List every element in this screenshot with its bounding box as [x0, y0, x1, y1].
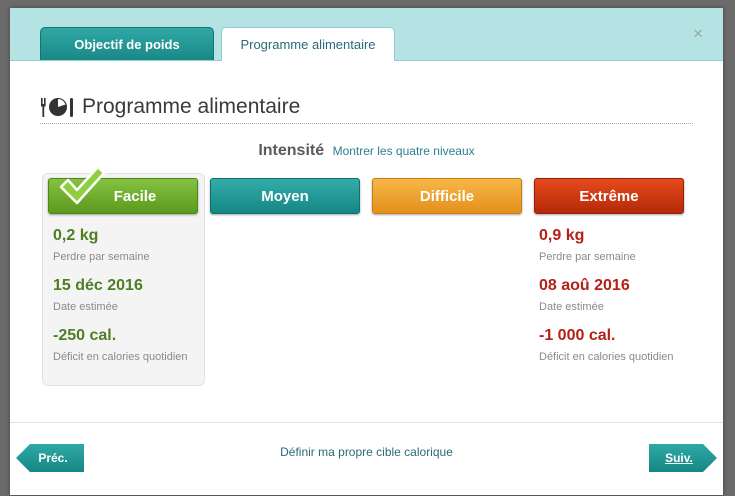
page-title: Programme alimentaire [82, 94, 301, 118]
extreme-loss-label: Perdre par semaine [539, 251, 636, 263]
extreme-stats: 0,9 kg Perdre par semaine 08 aoû 2016 Da… [539, 226, 689, 364]
checkmark-icon [59, 165, 106, 205]
easy-date-value: 15 déc 2016 [53, 277, 143, 294]
level-medium-label: Moyen [261, 187, 309, 205]
tab-bar: Objectif de poids Programme alimentaire … [10, 8, 723, 61]
level-hard-button[interactable]: Difficile [372, 178, 522, 214]
easy-deficit-value: -250 cal. [53, 327, 117, 344]
show-levels-link[interactable]: Montrer les quatre niveaux [333, 144, 475, 158]
extreme-loss-value: 0,9 kg [539, 227, 585, 244]
footer-divider [10, 422, 723, 423]
easy-loss-value: 0,2 kg [53, 227, 99, 244]
tab-weight-goal[interactable]: Objectif de poids [40, 27, 214, 60]
intensity-label: Intensité [258, 142, 325, 159]
easy-loss-label: Perdre par semaine [53, 251, 150, 263]
next-button[interactable]: Suiv. [649, 444, 717, 472]
level-extreme-label: Extrême [579, 187, 639, 205]
easy-date-label: Date estimée [53, 301, 118, 313]
extreme-deficit-label: Déficit en calories quotidien [539, 351, 674, 363]
easy-stats: 0,2 kg Perdre par semaine 15 déc 2016 Da… [53, 226, 203, 364]
easy-deficit-label: Déficit en calories quotidien [53, 351, 188, 363]
level-medium-button[interactable]: Moyen [210, 178, 360, 214]
tab-meal-plan[interactable]: Programme alimentaire [221, 27, 395, 61]
weight-goal-dialog: Objectif de poids Programme alimentaire … [10, 8, 723, 495]
extreme-date-value: 08 aoû 2016 [539, 277, 630, 294]
custom-calorie-target-link[interactable]: Définir ma propre cible calorique [10, 445, 723, 459]
extreme-deficit-value: -1 000 cal. [539, 327, 616, 344]
level-hard-label: Difficile [419, 187, 475, 205]
extreme-date-label: Date estimée [539, 301, 604, 313]
section-header: Programme alimentaire [40, 90, 693, 124]
close-icon[interactable]: × [693, 24, 703, 44]
level-extreme-button[interactable]: Extrême [534, 178, 684, 214]
fork-plate-icon [41, 97, 73, 117]
intensity-row: Intensité Montrer les quatre niveaux [10, 142, 723, 160]
